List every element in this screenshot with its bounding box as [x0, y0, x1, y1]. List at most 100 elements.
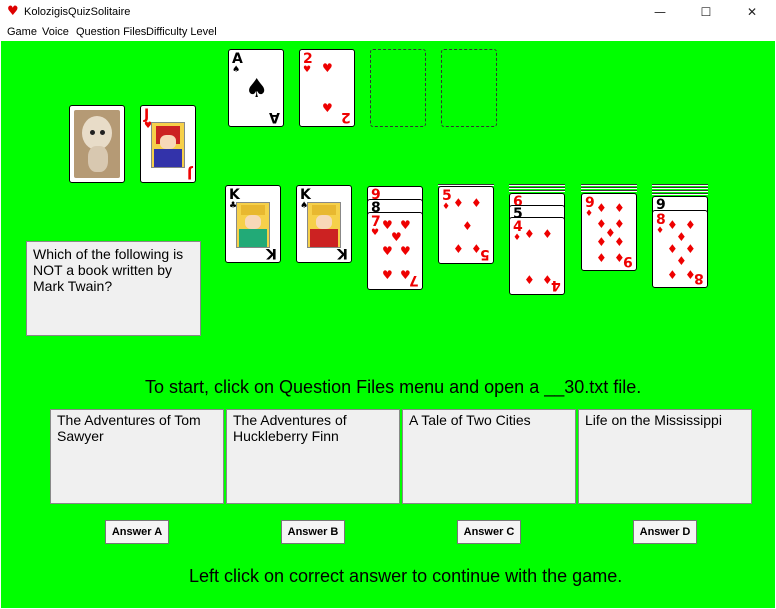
- card-rank: 4: [513, 219, 523, 235]
- menu-bar: Game Voice Question Files Difficulty Lev…: [0, 25, 776, 41]
- window-title: KolozigisQuizSolitaire: [24, 6, 131, 18]
- card-rank: K: [300, 187, 311, 203]
- face-down-card-edge: [652, 190, 708, 192]
- tableau-4-top-card[interactable]: 5 ♦ ♦ ♦ ♦ ♦ ♦ 5: [438, 186, 494, 264]
- close-button[interactable]: ✕: [729, 0, 775, 25]
- card-rank: 5: [442, 188, 452, 204]
- answer-box-c[interactable]: A Tale of Two Cities: [402, 409, 576, 504]
- diamond-icon: ♦: [524, 273, 535, 287]
- card-rank: 8: [656, 212, 666, 228]
- face-down-card-edge: [509, 184, 565, 186]
- tableau-6-top-card[interactable]: 9 ♦ ♦ ♦ ♦ ♦ ♦ ♦ ♦ ♦ ♦ 9: [581, 193, 637, 271]
- answer-box-b[interactable]: The Adventures of Huckleberry Finn: [226, 409, 400, 504]
- diamond-icon: ♦: [453, 242, 464, 256]
- heart-icon: ♥: [400, 244, 411, 258]
- diamond-icon: ♦: [471, 196, 482, 210]
- card-rank-bottom: 9: [623, 253, 633, 269]
- jack-face-picture: [151, 122, 185, 168]
- card-rank-bottom: J: [186, 165, 192, 181]
- card-rank-bottom: K: [266, 245, 277, 261]
- diamond-icon: ♦: [524, 227, 535, 241]
- answer-text-d: Life on the Mississippi: [585, 412, 722, 428]
- foundation-2[interactable]: 2 ♥ ♥ ♥ 2: [299, 49, 355, 127]
- spade-icon: ♠: [245, 74, 269, 104]
- waste-pile-card[interactable]: J ♥ J: [140, 105, 196, 183]
- answer-box-a[interactable]: The Adventures of Tom Sawyer: [50, 409, 224, 504]
- diamond-icon: ♦: [513, 233, 522, 243]
- question-box: Which of the following is NOT a book wri…: [26, 241, 201, 336]
- menu-game[interactable]: Game: [7, 26, 37, 38]
- diamond-icon: ♦: [585, 209, 594, 219]
- diamond-icon: ♦: [542, 227, 553, 241]
- title-bar: ♥ KolozigisQuizSolitaire — ☐ ✕: [0, 0, 776, 25]
- question-text: Which of the following is NOT a book wri…: [33, 246, 184, 294]
- diamond-icon: ♦: [453, 196, 464, 210]
- minimize-button[interactable]: —: [637, 0, 683, 25]
- heart-icon: ♥: [371, 228, 380, 238]
- face-down-card-edge: [652, 193, 708, 195]
- answer-text-c: A Tale of Two Cities: [409, 412, 531, 428]
- tableau-7-top-card[interactable]: 8 ♦ ♦ ♦ ♦ ♦ ♦ ♦ ♦ ♦ 8: [652, 210, 708, 288]
- diamond-icon: ♦: [614, 235, 625, 249]
- tableau-1-top-card[interactable]: K ♣ K: [225, 185, 281, 263]
- diamond-icon: ♦: [676, 254, 687, 268]
- king-face-picture: [236, 202, 270, 248]
- answer-text-a: The Adventures of Tom Sawyer: [57, 412, 201, 444]
- tableau-2-top-card[interactable]: K ♠ K: [296, 185, 352, 263]
- instruction-top: To start, click on Question Files menu a…: [145, 377, 642, 397]
- answer-box-d[interactable]: Life on the Mississippi: [578, 409, 752, 504]
- tableau-3-top-card[interactable]: 7 ♥ ♥ ♥ ♥ ♥ ♥ ♥ ♥ 7: [367, 212, 423, 290]
- card-rank-bottom: 2: [341, 109, 351, 125]
- menu-difficulty-level[interactable]: Difficulty Level: [146, 26, 217, 38]
- answer-c-button[interactable]: Answer C: [457, 520, 521, 544]
- card-rank: 7: [371, 214, 381, 230]
- card-rank-bottom: 7: [409, 272, 419, 288]
- card-rank: A: [232, 51, 243, 67]
- diamond-icon: ♦: [596, 251, 607, 265]
- heart-icon: ♥: [322, 61, 333, 75]
- face-down-card-edge: [652, 184, 708, 186]
- heart-icon: ♥: [382, 244, 393, 258]
- answer-a-button[interactable]: Answer A: [105, 520, 169, 544]
- heart-icon: ♥: [322, 101, 333, 115]
- card-rank: 9: [585, 195, 595, 211]
- face-down-card-edge: [509, 190, 565, 192]
- tableau-5-top-card[interactable]: 4 ♦ ♦ ♦ ♦ ♦ 4: [509, 217, 565, 295]
- face-down-card-edge: [509, 187, 565, 189]
- heart-icon: ♥: [303, 65, 312, 75]
- card-rank: 2: [303, 51, 313, 67]
- card-rank-bottom: 5: [480, 246, 490, 262]
- foundation-1[interactable]: A ♠ ♠ A: [228, 49, 284, 127]
- menu-voice[interactable]: Voice: [42, 26, 69, 38]
- card-rank-bottom: A: [269, 109, 280, 125]
- spade-icon: ♠: [232, 65, 241, 75]
- face-down-card-edge: [581, 190, 637, 192]
- instruction-bottom: Left click on correct answer to continue…: [189, 566, 623, 586]
- heart-icon: ♥: [391, 230, 402, 244]
- card-rank-bottom: 4: [551, 277, 561, 293]
- game-table: J ♥ J A ♠ ♠ A 2 ♥ ♥ ♥ 2 K ♣ K K ♠ K 9 8 …: [1, 41, 775, 608]
- diamond-icon: ♦: [614, 201, 625, 215]
- foundation-4-empty[interactable]: [441, 49, 497, 127]
- king-face-picture: [307, 202, 341, 248]
- card-rank: J: [144, 107, 150, 123]
- maximize-button[interactable]: ☐: [683, 0, 729, 25]
- answer-b-button[interactable]: Answer B: [281, 520, 345, 544]
- diamond-icon: ♦: [462, 219, 473, 233]
- diamond-icon: ♦: [656, 226, 665, 236]
- stock-pile[interactable]: [69, 105, 125, 183]
- app-icon: ♥: [7, 4, 19, 19]
- answer-d-button[interactable]: Answer D: [633, 520, 697, 544]
- face-down-card-edge: [581, 187, 637, 189]
- face-down-card-edge: [581, 184, 637, 186]
- heart-icon: ♥: [382, 268, 393, 282]
- card-rank: K: [229, 187, 240, 203]
- menu-question-files[interactable]: Question Files: [76, 26, 146, 38]
- face-down-card-edge: [652, 187, 708, 189]
- answer-text-b: The Adventures of Huckleberry Finn: [233, 412, 347, 444]
- foundation-3-empty[interactable]: [370, 49, 426, 127]
- diamond-icon: ♦: [596, 201, 607, 215]
- diamond-icon: ♦: [596, 235, 607, 249]
- card-rank-bottom: K: [337, 245, 348, 261]
- diamond-icon: ♦: [667, 268, 678, 282]
